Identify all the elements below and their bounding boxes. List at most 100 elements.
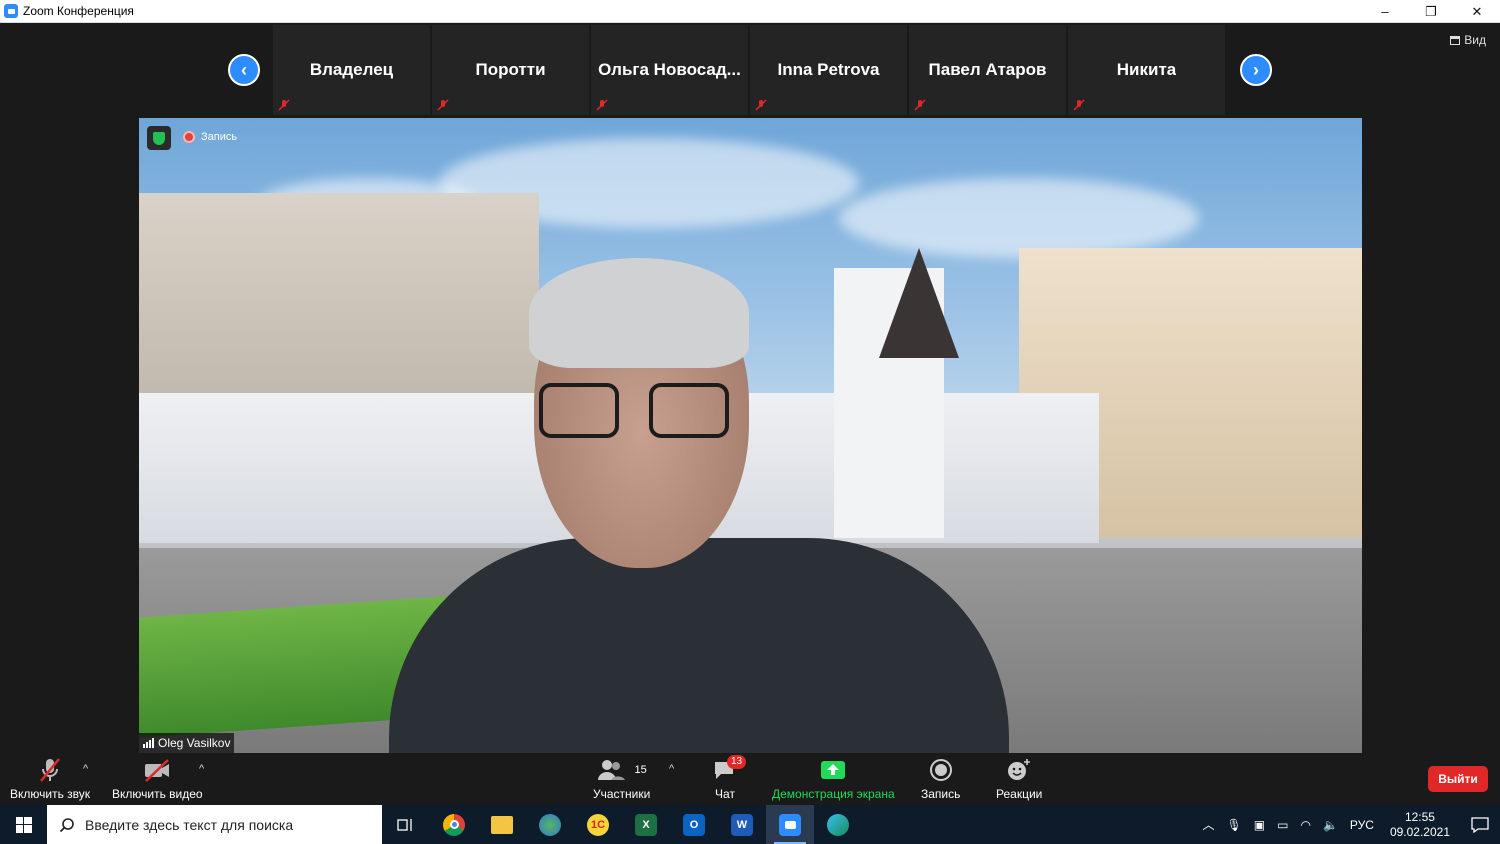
tray-volume-icon[interactable]: 🔈 — [1323, 818, 1338, 832]
participants-label: Участники — [593, 787, 651, 801]
recording-indicator[interactable]: Запись — [183, 131, 237, 143]
participant-tile[interactable]: Inna Petrova — [750, 25, 907, 115]
participants-icon: 15 — [597, 757, 647, 783]
security-shield-icon[interactable] — [147, 126, 171, 150]
clock-time: 12:55 — [1404, 809, 1435, 824]
taskbar-1c[interactable]: 1С — [574, 805, 622, 844]
participant-name: Владелец — [309, 60, 394, 79]
notifications-button[interactable] — [1460, 805, 1500, 844]
search-icon — [59, 817, 74, 832]
close-button[interactable]: ✕ — [1454, 0, 1500, 23]
taskbar-outlook[interactable]: O — [670, 805, 718, 844]
chat-icon: 13 — [713, 755, 747, 783]
tray-overflow-chevron-icon[interactable]: ︿ — [1203, 816, 1215, 833]
clock[interactable]: 12:55 09.02.2021 — [1390, 810, 1450, 840]
title-bar: Zoom Конференция – ❐ ✕ — [0, 0, 1500, 23]
participants-count: 15 — [634, 764, 647, 776]
mic-muted-icon — [437, 99, 449, 111]
mic-muted-icon — [38, 757, 62, 783]
start-button[interactable] — [0, 805, 47, 844]
reactions-label: Реакции — [996, 787, 1043, 801]
taskbar-zoom[interactable] — [766, 805, 814, 844]
view-button-label: Вид — [1464, 33, 1486, 47]
taskbar-edge[interactable] — [814, 805, 862, 844]
folder-icon — [491, 815, 513, 834]
taskbar-search[interactable]: Введите здесь текст для поиска — [47, 805, 382, 844]
restore-button[interactable]: ❐ — [1408, 0, 1454, 23]
participant-tile[interactable]: Ольга Новосад... — [591, 25, 748, 115]
record-label: Запись — [921, 787, 961, 801]
chevron-left-icon: ‹ — [241, 59, 247, 80]
windows-logo-icon — [15, 816, 32, 833]
word-icon: W — [731, 813, 753, 836]
participant-name: Inna Petrova — [777, 60, 880, 79]
taskbar-chrome[interactable] — [430, 805, 478, 844]
taskbar-maps[interactable] — [526, 805, 574, 844]
background-building-left — [139, 193, 539, 423]
tray-zoom-icon[interactable]: ▣ — [1254, 818, 1265, 832]
1c-icon: 1С — [587, 813, 609, 836]
speaker-video[interactable]: Запись Oleg Vasilkov — [139, 118, 1362, 753]
tray-wifi-icon[interactable]: ◠ — [1300, 818, 1310, 832]
unmute-button[interactable]: Включить звук — [10, 757, 90, 801]
audio-options-caret[interactable]: ^ — [83, 763, 88, 775]
meeting-toolbar: Включить звук ^ Включить видео ^ 15 Учас… — [0, 753, 1500, 805]
window-title: Zoom Конференция — [23, 4, 134, 18]
mic-muted-icon — [596, 99, 608, 111]
speaker-glasses — [534, 383, 749, 443]
mic-muted-icon — [755, 99, 767, 111]
record-icon — [929, 757, 953, 783]
share-screen-icon — [820, 757, 846, 783]
gallery-next-button[interactable]: › — [1240, 54, 1272, 86]
taskbar-word[interactable]: W — [718, 805, 766, 844]
minimize-button[interactable]: – — [1362, 0, 1408, 23]
chat-button[interactable]: 13 Чат — [713, 755, 747, 801]
video-off-icon — [143, 757, 171, 783]
share-screen-button[interactable]: Демонстрация экрана — [772, 757, 895, 801]
zoom-app-icon — [4, 4, 18, 18]
speaker-name: Oleg Vasilkov — [158, 736, 231, 750]
record-button[interactable]: Запись — [921, 757, 960, 801]
window-controls: – ❐ ✕ — [1362, 0, 1500, 23]
mic-muted-icon — [914, 99, 926, 111]
task-view-button[interactable] — [382, 805, 430, 844]
taskbar-excel[interactable]: X — [622, 805, 670, 844]
tray-mic-icon[interactable]: 🎙 — [1227, 818, 1242, 832]
gallery-prev-button[interactable]: ‹ — [228, 54, 260, 86]
view-button[interactable]: Вид — [1450, 33, 1486, 47]
participants-options-caret[interactable]: ^ — [669, 763, 674, 775]
globe-icon — [539, 813, 561, 836]
participant-tile[interactable]: Поротти — [432, 25, 589, 115]
participant-tile[interactable]: Никита — [1068, 25, 1225, 115]
unmute-label: Включить звук — [10, 787, 91, 801]
participant-name: Ольга Новосад... — [598, 60, 741, 79]
outlook-icon: O — [683, 813, 705, 836]
leave-meeting-button[interactable]: Выйти — [1428, 766, 1488, 792]
task-view-icon — [397, 818, 412, 831]
taskbar-file-explorer[interactable] — [478, 805, 526, 844]
participant-name: Никита — [1116, 60, 1177, 79]
participants-button[interactable]: 15 Участники — [593, 757, 650, 801]
reactions-smile-icon — [1006, 757, 1032, 783]
start-video-label: Включить видео — [112, 787, 203, 801]
search-placeholder: Введите здесь текст для поиска — [85, 816, 294, 833]
view-grid-icon — [1450, 35, 1461, 45]
participant-name: Поротти — [475, 60, 546, 79]
chat-label: Чат — [715, 787, 735, 801]
excel-icon: X — [635, 813, 657, 836]
clock-date: 09.02.2021 — [1389, 824, 1450, 839]
language-indicator[interactable]: РУС — [1350, 818, 1374, 832]
participant-tile[interactable]: Павел Атаров — [909, 25, 1066, 115]
mic-muted-icon — [1073, 99, 1085, 111]
start-video-button[interactable]: Включить видео — [112, 757, 203, 801]
participant-strip: Владелец Поротти Ольга Новосад... Inna P… — [273, 25, 1225, 115]
signal-strength-icon — [143, 738, 154, 748]
reactions-button[interactable]: Реакции — [996, 757, 1042, 801]
speaker-hair — [529, 258, 749, 368]
tray-battery-icon[interactable]: ▭ — [1277, 818, 1288, 832]
meeting-area: Вид ‹ Владелец Поротти Ольга Новосад... … — [0, 23, 1500, 805]
speaker-body — [389, 538, 1009, 753]
windows-taskbar: Введите здесь текст для поиска 1С X O W … — [0, 805, 1500, 844]
participant-tile[interactable]: Владелец — [273, 25, 430, 115]
video-options-caret[interactable]: ^ — [199, 763, 204, 775]
